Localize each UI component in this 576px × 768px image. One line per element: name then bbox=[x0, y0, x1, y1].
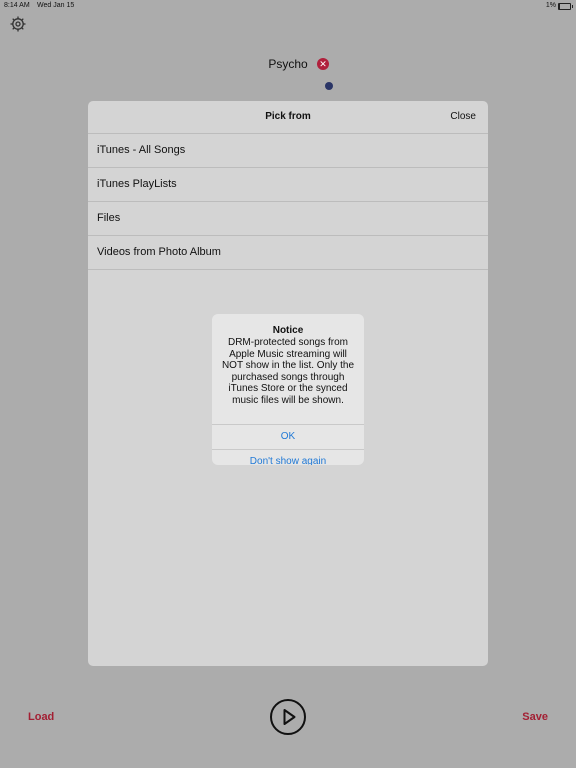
alert-ok-button[interactable]: OK bbox=[212, 424, 364, 449]
picker-close-button[interactable]: Close bbox=[450, 111, 476, 122]
picker-item-videos-from-photo-album[interactable]: Videos from Photo Album bbox=[88, 236, 488, 270]
status-bar: 8:14 AM Wed Jan 15 1% bbox=[0, 0, 576, 12]
save-button[interactable]: Save bbox=[522, 711, 548, 723]
gear-icon[interactable] bbox=[9, 15, 27, 33]
battery-percentage: 1% bbox=[545, 2, 556, 9]
status-time: 8:14 AM bbox=[4, 2, 30, 9]
alert-title: Notice bbox=[272, 325, 304, 336]
alert-message: DRM-protected songs from Apple Music str… bbox=[221, 337, 355, 406]
picker-item-itunes-playlists[interactable]: iTunes PlayLists bbox=[88, 168, 488, 202]
battery-icon bbox=[558, 3, 573, 10]
battery-level-fill bbox=[559, 4, 560, 9]
picker-item-itunes-all-songs[interactable]: iTunes - All Songs bbox=[88, 134, 488, 168]
track-title: Psycho bbox=[268, 57, 308, 71]
notice-alert: Notice DRM-protected songs from Apple Mu… bbox=[212, 314, 364, 465]
play-button[interactable] bbox=[270, 699, 306, 735]
picker-header: Pick from Close bbox=[88, 101, 488, 134]
alert-dont-show-again-button[interactable]: Don't show again bbox=[212, 449, 364, 465]
close-circle-icon[interactable]: ✕ bbox=[317, 58, 329, 70]
picker-item-files[interactable]: Files bbox=[88, 202, 488, 236]
position-indicator-dot[interactable] bbox=[325, 82, 333, 90]
load-button[interactable]: Load bbox=[28, 711, 54, 723]
status-date: Wed Jan 15 bbox=[37, 2, 75, 9]
picker-title: Pick from bbox=[265, 111, 311, 122]
play-icon bbox=[283, 709, 296, 725]
